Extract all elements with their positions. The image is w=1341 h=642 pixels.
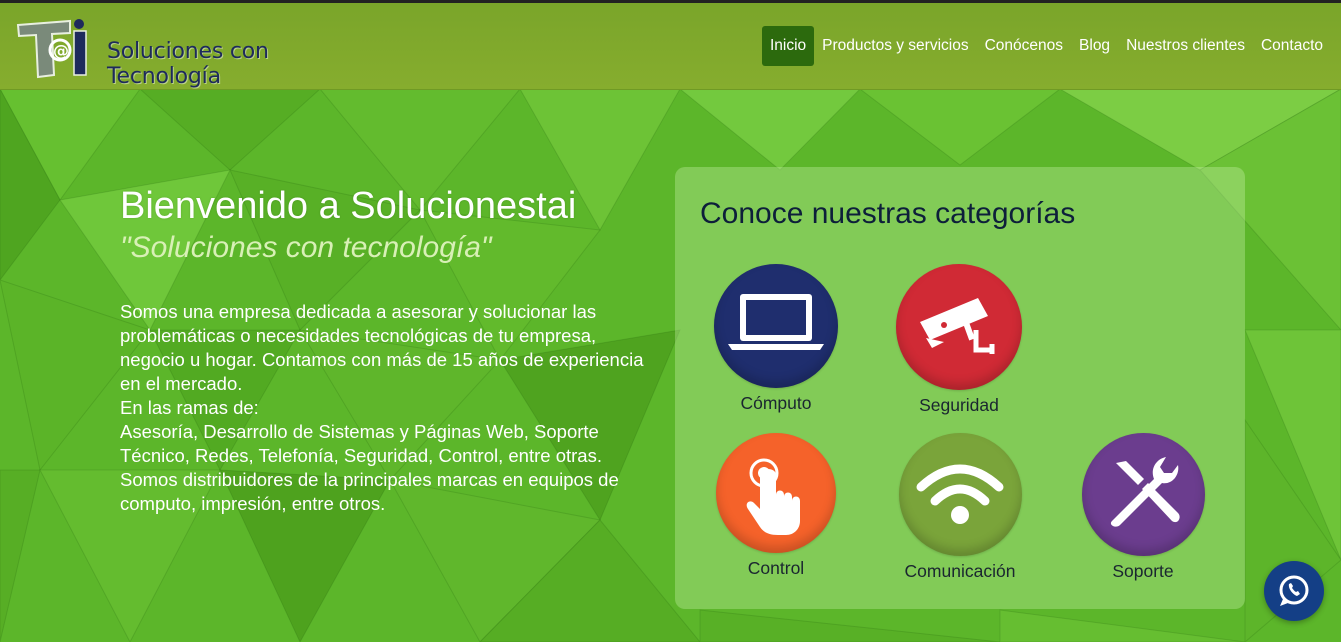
category-soporte[interactable]: Soporte (1053, 433, 1233, 582)
category-label: Cómputo (740, 393, 812, 413)
security-camera-icon (920, 298, 995, 354)
category-seguridad[interactable]: Seguridad (869, 264, 1049, 416)
category-circle (714, 264, 838, 388)
category-label: Control (747, 558, 805, 578)
category-circle (898, 433, 1022, 556)
whatsapp-button[interactable] (1264, 561, 1324, 621)
svg-text:@: @ (53, 41, 69, 60)
category-circle (716, 433, 836, 553)
category-circle (896, 264, 1022, 390)
category-comunicacion[interactable]: Comunicación (870, 433, 1050, 582)
welcome-title: Bienvenido a Solucionestai (120, 185, 577, 227)
whatsapp-icon (1279, 575, 1309, 606)
welcome-description: Somos una empresa dedicada a asesorar y … (120, 300, 660, 516)
nav-blog[interactable]: Blog (1071, 26, 1118, 66)
category-label: Comunicación (904, 561, 1016, 581)
nav-nuestros-clientes[interactable]: Nuestros clientes (1118, 26, 1253, 66)
nav-productos-servicios[interactable]: Productos y servicios (814, 26, 976, 66)
main-nav: Inicio Productos y servicios Conócenos B… (761, 26, 1331, 66)
tools-icon (1110, 457, 1180, 527)
categories-panel: Conoce nuestras categorías Cómputo Segur… (675, 167, 1245, 609)
welcome-slogan: "Soluciones con tecnología" (120, 231, 492, 264)
nav-contacto[interactable]: Contacto (1253, 26, 1331, 66)
category-computo[interactable]: Cómputo (686, 264, 866, 414)
categories-title: Conoce nuestras categorías (700, 197, 1076, 230)
logo-text: Soluciones con Tecnología (107, 39, 269, 89)
wifi-icon (916, 464, 1003, 524)
site-header: @ Soluciones con Tecnología Inicio Produ… (0, 3, 1341, 90)
description-paragraph: Asesoría, Desarrollo de Sistemas y Págin… (120, 421, 602, 466)
category-label: Seguridad (919, 395, 999, 415)
laptop-icon (728, 294, 824, 350)
welcome-section: Bienvenido a Solucionestai "Soluciones c… (120, 184, 660, 516)
nav-inicio[interactable]: Inicio (761, 26, 815, 66)
description-paragraph: Somos una empresa dedicada a asesorar y … (120, 301, 644, 394)
touch-icon (746, 458, 800, 535)
description-paragraph: Somos distribuidores de la principales m… (120, 469, 619, 514)
category-label: Soporte (1112, 561, 1174, 581)
logo[interactable]: @ Soluciones con Tecnología (16, 17, 361, 89)
description-paragraph: En las ramas de: (120, 397, 259, 418)
category-circle (1081, 433, 1205, 556)
logo-mark: @ (16, 19, 87, 79)
category-control[interactable]: Control (686, 433, 866, 579)
nav-conocenos[interactable]: Conócenos (977, 26, 1071, 66)
